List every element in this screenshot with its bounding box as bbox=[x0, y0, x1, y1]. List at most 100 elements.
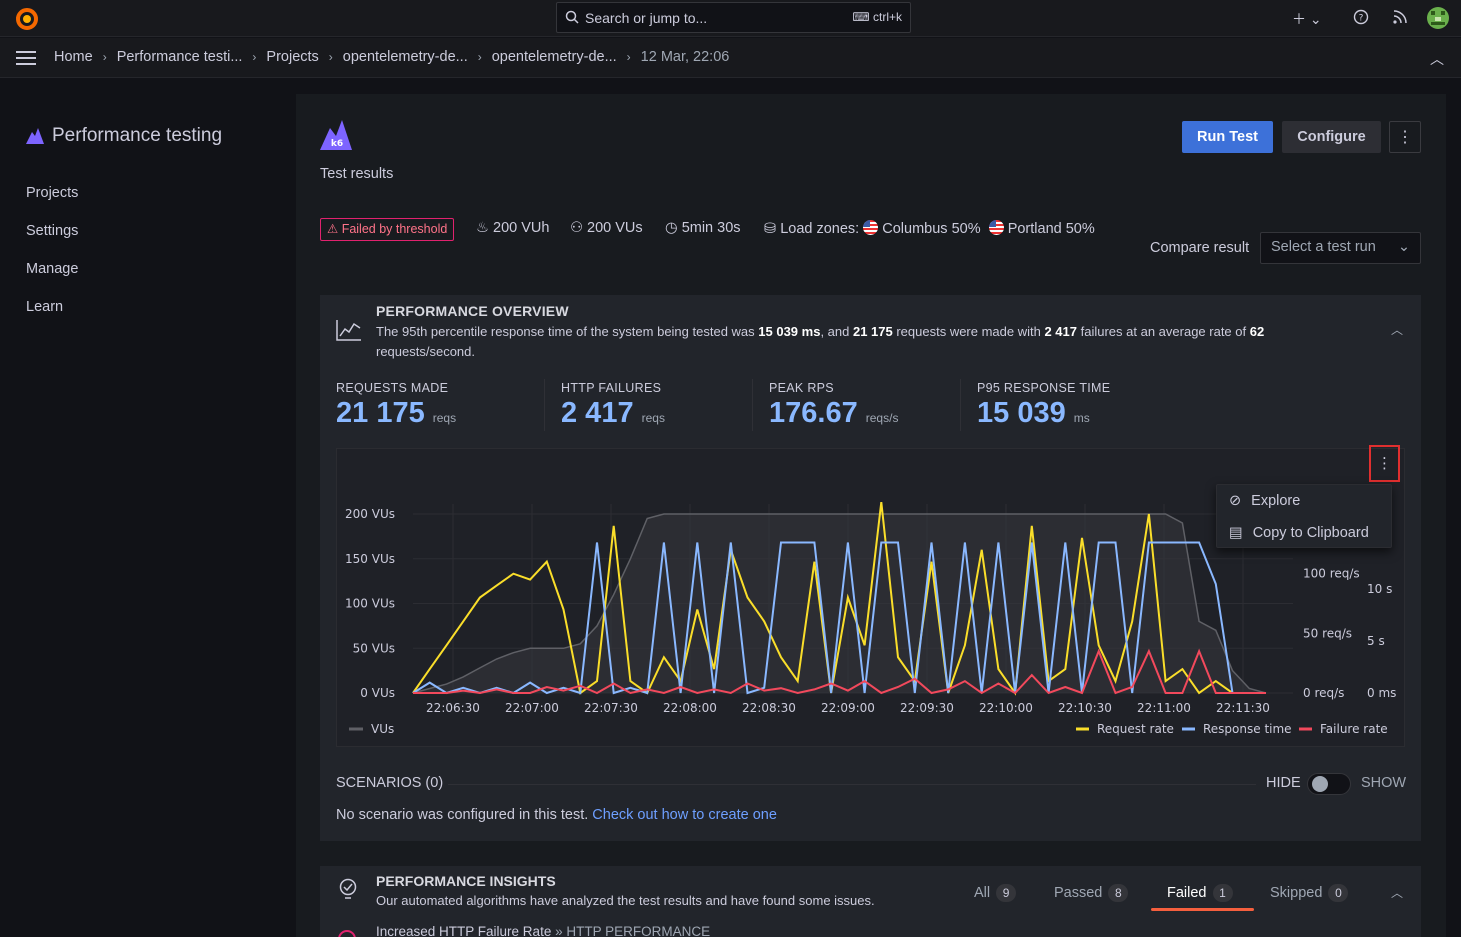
stat-label: PEAK RPS bbox=[769, 381, 834, 395]
collapse-section-icon[interactable]: ︿ bbox=[1391, 884, 1403, 901]
stat-label: P95 RESPONSE TIME bbox=[977, 381, 1111, 395]
scenarios-message: No scenario was configured in this test.… bbox=[336, 807, 777, 823]
vuh-meta: ♨ 200 VUh bbox=[476, 220, 549, 236]
stat-divider bbox=[752, 379, 753, 431]
stat-p95-response-time: P95 RESPONSE TIME 15 039 ms bbox=[977, 381, 1110, 430]
tab-count: 9 bbox=[996, 884, 1017, 902]
legend-label: Failure rate bbox=[1320, 722, 1388, 736]
chevron-right-icon: › bbox=[328, 50, 333, 64]
tab-count: 0 bbox=[1328, 884, 1349, 902]
tab-all[interactable]: All 9 bbox=[974, 884, 1017, 902]
stat-number: 176.67 bbox=[769, 397, 858, 429]
y-axis-tick-label: 150 VUs bbox=[345, 552, 395, 566]
breadcrumb-home[interactable]: Home bbox=[54, 49, 93, 65]
menu-item-label: Copy to Clipboard bbox=[1252, 525, 1369, 541]
tab-passed[interactable]: Passed 8 bbox=[1054, 884, 1129, 902]
more-options-button[interactable]: ⋮ bbox=[1389, 121, 1421, 153]
k6-logo-icon: k6 bbox=[320, 120, 352, 150]
k6-icon bbox=[26, 128, 44, 144]
x-axis-tick-label: 22:08:30 bbox=[742, 701, 796, 715]
x-axis-tick-label: 22:11:30 bbox=[1216, 701, 1270, 715]
breadcrumb-performance-testing[interactable]: Performance testi... bbox=[117, 49, 243, 65]
configure-button[interactable]: Configure bbox=[1282, 121, 1381, 153]
svg-text:?: ? bbox=[1359, 14, 1364, 24]
scenarios-title: SCENARIOS (0) bbox=[336, 775, 444, 791]
duration-meta: ◷ 5min 30s bbox=[665, 220, 741, 236]
load-zones-label: Load zones: bbox=[780, 221, 860, 237]
stat-divider bbox=[544, 379, 545, 431]
tab-label: Passed bbox=[1054, 885, 1103, 901]
scenarios-toggle[interactable] bbox=[1307, 773, 1351, 795]
vus-text: 200 VUs bbox=[587, 220, 643, 236]
section-title: PERFORMANCE OVERVIEW bbox=[376, 303, 569, 319]
run-test-button[interactable]: Run Test bbox=[1182, 121, 1273, 153]
stat-number: 2 417 bbox=[561, 397, 634, 429]
clock-icon: ◷ bbox=[665, 220, 682, 236]
shortcut-text: ctrl+k bbox=[872, 10, 902, 24]
stat-value: 2 417 reqs bbox=[561, 397, 665, 430]
search-bar[interactable]: Search or jump to... ⌨ ctrl+k bbox=[556, 2, 911, 33]
sidebar-item-manage[interactable]: Manage bbox=[26, 261, 78, 277]
users-icon: ⚇ bbox=[570, 220, 588, 236]
overview-description: The 95th percentile response time of the… bbox=[376, 322, 1336, 362]
desc-requests: 21 175 bbox=[852, 324, 893, 339]
x-axis-tick-label: 22:06:30 bbox=[426, 701, 480, 715]
sidebar-item-projects[interactable]: Projects bbox=[26, 185, 78, 201]
collapse-header-icon[interactable]: ︿ bbox=[1430, 49, 1444, 69]
desc-failures: 2 417 bbox=[1044, 324, 1078, 339]
chevron-right-icon: › bbox=[252, 50, 257, 64]
stat-label: REQUESTS MADE bbox=[336, 381, 449, 395]
menu-item-copy-clipboard[interactable]: ▤ Copy to Clipboard bbox=[1229, 525, 1369, 541]
create-scenario-link[interactable]: Check out how to create one bbox=[592, 807, 777, 823]
stat-requests-made: REQUESTS MADE 21 175 reqs bbox=[336, 381, 456, 430]
compare-test-run-select[interactable]: Select a test run ⌄ bbox=[1260, 232, 1421, 264]
insight-row[interactable]: Increased HTTP Failure Rate » HTTP PERFO… bbox=[376, 924, 710, 937]
chevron-right-icon: › bbox=[102, 50, 107, 64]
grafana-logo-icon[interactable] bbox=[14, 6, 40, 32]
hide-label: HIDE bbox=[1266, 775, 1301, 791]
tab-count: 1 bbox=[1212, 884, 1233, 902]
stat-value: 21 175 reqs bbox=[336, 397, 456, 430]
x-axis-tick-label: 22:08:00 bbox=[663, 701, 717, 715]
panel-menu-button[interactable]: ⋮ bbox=[1369, 445, 1400, 482]
x-axis-tick-label: 22:09:00 bbox=[821, 701, 875, 715]
user-avatar[interactable] bbox=[1427, 7, 1449, 29]
menu-item-label: Explore bbox=[1251, 493, 1301, 509]
tab-label: All bbox=[974, 885, 991, 901]
add-new-button[interactable]: ＋ ⌄ bbox=[1292, 9, 1322, 29]
legend-label: Request rate bbox=[1097, 722, 1174, 736]
performance-overview-card: PERFORMANCE OVERVIEW The 95th percentile… bbox=[320, 295, 1421, 841]
stat-unit: reqs/s bbox=[865, 411, 899, 425]
menu-toggle-icon[interactable] bbox=[16, 51, 36, 65]
section-title: PERFORMANCE INSIGHTS bbox=[376, 873, 556, 889]
help-icon[interactable]: ? bbox=[1353, 9, 1369, 25]
collapse-section-icon[interactable]: ︿ bbox=[1391, 321, 1403, 338]
search-icon bbox=[565, 10, 579, 24]
breadcrumb-project[interactable]: opentelemetry-de... bbox=[343, 49, 468, 65]
load-zones-meta: ⛁ Load zones: Columbus 50% Portland 50% bbox=[764, 220, 1095, 237]
breadcrumb-projects[interactable]: Projects bbox=[266, 49, 318, 65]
tab-skipped[interactable]: Skipped 0 bbox=[1270, 884, 1349, 902]
search-placeholder: Search or jump to... bbox=[585, 10, 708, 26]
page-subtitle: Test results bbox=[320, 166, 394, 182]
desc-rate: 62 bbox=[1249, 324, 1265, 339]
vuh-text: 200 VUh bbox=[493, 220, 550, 236]
chevron-right-icon: » bbox=[555, 924, 563, 937]
desc-part: , and bbox=[820, 324, 853, 339]
zone-columbus: Columbus 50% bbox=[882, 221, 981, 237]
tab-failed[interactable]: Failed 1 bbox=[1167, 884, 1233, 902]
menu-item-explore[interactable]: ⊘ Explore bbox=[1229, 493, 1300, 509]
svg-text:k6: k6 bbox=[331, 139, 343, 149]
stat-divider bbox=[960, 379, 961, 431]
breadcrumb-run: 12 Mar, 22:06 bbox=[640, 49, 730, 65]
stat-unit: reqs bbox=[641, 411, 665, 425]
news-feed-icon[interactable] bbox=[1392, 9, 1408, 25]
sidebar-item-learn[interactable]: Learn bbox=[26, 299, 63, 315]
breadcrumb-test[interactable]: opentelemetry-de... bbox=[492, 49, 617, 65]
x-axis-tick-label: 22:10:00 bbox=[979, 701, 1033, 715]
y-axis-tick-label: 50 VUs bbox=[353, 641, 395, 655]
sidebar-item-settings[interactable]: Settings bbox=[26, 223, 78, 239]
compare-select-placeholder: Select a test run bbox=[1271, 239, 1376, 255]
stat-peak-rps: PEAK RPS 176.67 reqs/s bbox=[769, 381, 898, 430]
insight-category: HTTP PERFORMANCE bbox=[566, 924, 711, 937]
